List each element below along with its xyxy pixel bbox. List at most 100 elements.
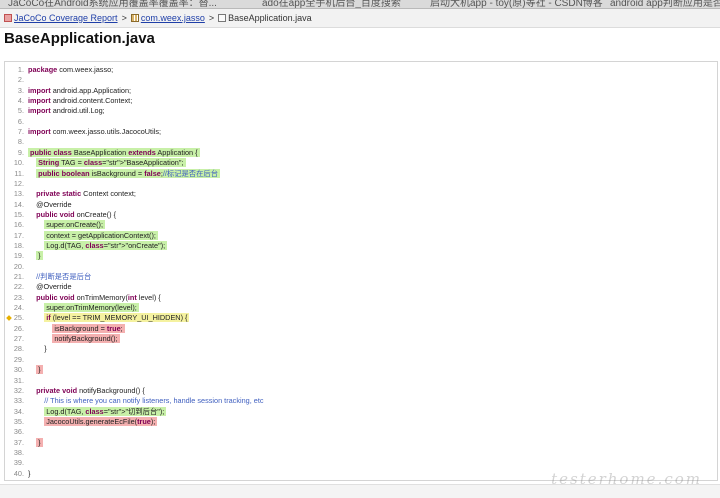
code-line: 5. import android.util.Log; (5, 106, 717, 116)
line-number: 4. (17, 96, 24, 106)
covered-highlight: super.onCreate(); (44, 220, 106, 230)
watermark: testerhome.com (551, 470, 702, 488)
breadcrumb-report: JaCoCo Coverage Report (4, 13, 118, 23)
code-text: @Override (28, 282, 72, 292)
code-line: 12. (5, 179, 717, 189)
code-line: 38. (5, 448, 717, 458)
breadcrumb-source: BaseApplication.java (218, 13, 312, 23)
code-text: // This is where you can notify listener… (44, 396, 264, 406)
code-text: import android.content.Context; (28, 96, 133, 106)
line-number: 9. (17, 147, 24, 157)
code-line: 10. String TAG = class="str">"BaseApplic… (5, 158, 717, 168)
line-number: 13. (13, 189, 24, 199)
line-number: 24. (13, 303, 24, 313)
code-text: } (28, 344, 47, 354)
code-text: private void notifyBackground() { (36, 385, 145, 395)
line-number: 11. (14, 168, 24, 178)
browser-tab[interactable]: ado在app全手机后台_百度搜索 (262, 0, 401, 8)
browser-tab[interactable]: android app判断应用是否 (610, 0, 720, 8)
code-line: 9. public class BaseApplication extends A… (5, 147, 717, 158)
code-text: } (28, 437, 43, 448)
browser-tab-strip: JaCoCo在Android系统应用覆盖率覆盖率：替... ado在app全手机… (0, 0, 720, 9)
code-text: } (28, 251, 43, 261)
code-text: //判断是否是后台 (36, 272, 92, 281)
breadcrumb: JaCoCo Coverage Report > com.weex.jasso … (0, 9, 720, 28)
line-number: 32. (13, 385, 24, 395)
line-number: 29. (13, 354, 24, 364)
code-line: 28. } (5, 344, 717, 354)
covered-highlight: context = getApplicationContext(); (44, 230, 158, 240)
code-line: 6. (5, 117, 717, 127)
line-number: 34. (13, 406, 24, 416)
line-number: 12. (13, 178, 24, 188)
code-line: 31. (5, 376, 717, 386)
code-line: 13. private static Context context; (5, 189, 717, 199)
browser-tab[interactable]: 启动大机app - toy(原)等社 - CSDN博客 (430, 0, 603, 8)
code-text: String TAG = class="str">"BaseApplicatio… (28, 158, 186, 168)
code-line: 24. super.onTrimMemory(level); (5, 303, 717, 313)
not-covered-highlight: JacocoUtils.generateEcFile(true); (44, 416, 158, 426)
code-text: notifyBackground(); (28, 334, 120, 344)
not-covered-highlight: isBackground = true; (52, 323, 125, 333)
page-title: BaseApplication.java (4, 30, 155, 47)
code-line: 36. (5, 427, 717, 437)
code-line: 33. // This is where you can notify list… (5, 396, 717, 406)
code-text: import android.util.Log; (28, 106, 105, 116)
code-line: 11. public boolean isBackground = false;… (5, 168, 717, 179)
code-text: import android.app.Application; (28, 85, 132, 95)
code-text: } (28, 468, 31, 478)
covered-highlight: public boolean isBackground = false;//标记… (36, 168, 220, 178)
code-text: public class BaseApplication extends App… (28, 147, 200, 158)
code-line: 2. (5, 75, 717, 85)
code-line: 1. package com.weex.jasso; (5, 65, 717, 75)
code-line: 37. } (5, 437, 717, 448)
covered-highlight: public class BaseApplication extends App… (28, 147, 200, 157)
line-number: 35. (13, 416, 24, 426)
line-number: 20. (13, 261, 24, 271)
code-text: super.onTrimMemory(level); (28, 303, 139, 313)
breadcrumb-link-report[interactable]: JaCoCo Coverage Report (14, 13, 118, 23)
code-line: 20. (5, 262, 717, 272)
code-line: 7. import com.weex.jasso.utils.JacocoUtil… (5, 127, 717, 137)
breadcrumb-link-package[interactable]: com.weex.jasso (141, 13, 205, 23)
line-number: 31. (13, 375, 24, 385)
code-text: package com.weex.jasso; (28, 65, 114, 74)
code-line: 22. @Override (5, 282, 717, 292)
partial-highlight: if (level == TRIM_MEMORY_UI_HIDDEN) { (44, 313, 190, 323)
code-line: 34. Log.d(TAG, class="str">"切到后台"); (5, 406, 717, 417)
code-line: 3. import android.app.Application; (5, 86, 717, 96)
code-line: 4. import android.content.Context; (5, 96, 717, 106)
line-number: 21. (13, 272, 24, 281)
line-number: 30. (13, 365, 24, 375)
line-number: 33. (13, 396, 24, 406)
code-line: 17. context = getApplicationContext(); (5, 230, 717, 241)
code-text: public void onCreate() { (36, 209, 117, 219)
line-number: 14. (13, 199, 24, 209)
line-number: 8. (17, 137, 24, 147)
code-line: 18. Log.d(TAG, class="str">"onCreate"); (5, 240, 717, 251)
code-text: public void onTrimMemory(int level) { (36, 292, 161, 302)
code-text: Log.d(TAG, class="str">"onCreate"); (28, 240, 168, 251)
source-code-listing: 1. package com.weex.jasso; 2. 3. import andr… (4, 61, 718, 481)
breadcrumb-current-file: BaseApplication.java (228, 13, 312, 23)
code-line: 16. super.onCreate(); (5, 220, 717, 230)
line-number: 16. (13, 220, 24, 230)
line-number: 39. (13, 458, 24, 468)
not-covered-highlight: } (36, 365, 43, 375)
code-line: 25. if (level == TRIM_MEMORY_UI_HIDDEN) … (5, 313, 717, 323)
line-number: 23. (13, 292, 24, 302)
line-number: 6. (17, 116, 24, 126)
covered-highlight: Log.d(TAG, class="str">"切到后台"); (44, 406, 167, 416)
line-number: 10. (13, 158, 24, 168)
code-line: 21. //判断是否是后台 (5, 272, 717, 282)
breadcrumb-separator: > (208, 13, 215, 23)
code-line: 26. isBackground = true; (5, 323, 717, 334)
code-line: 35. JacocoUtils.generateEcFile(true); (5, 416, 717, 427)
covered-highlight: super.onTrimMemory(level); (44, 303, 139, 313)
code-text: if (level == TRIM_MEMORY_UI_HIDDEN) { (28, 313, 190, 323)
breadcrumb-separator: > (121, 13, 127, 23)
not-covered-highlight: notifyBackground(); (52, 334, 120, 344)
code-line: 29. (5, 355, 717, 365)
browser-tab[interactable]: JaCoCo在Android系统应用覆盖率覆盖率：替... (8, 0, 217, 8)
code-text: context = getApplicationContext(); (28, 230, 158, 241)
